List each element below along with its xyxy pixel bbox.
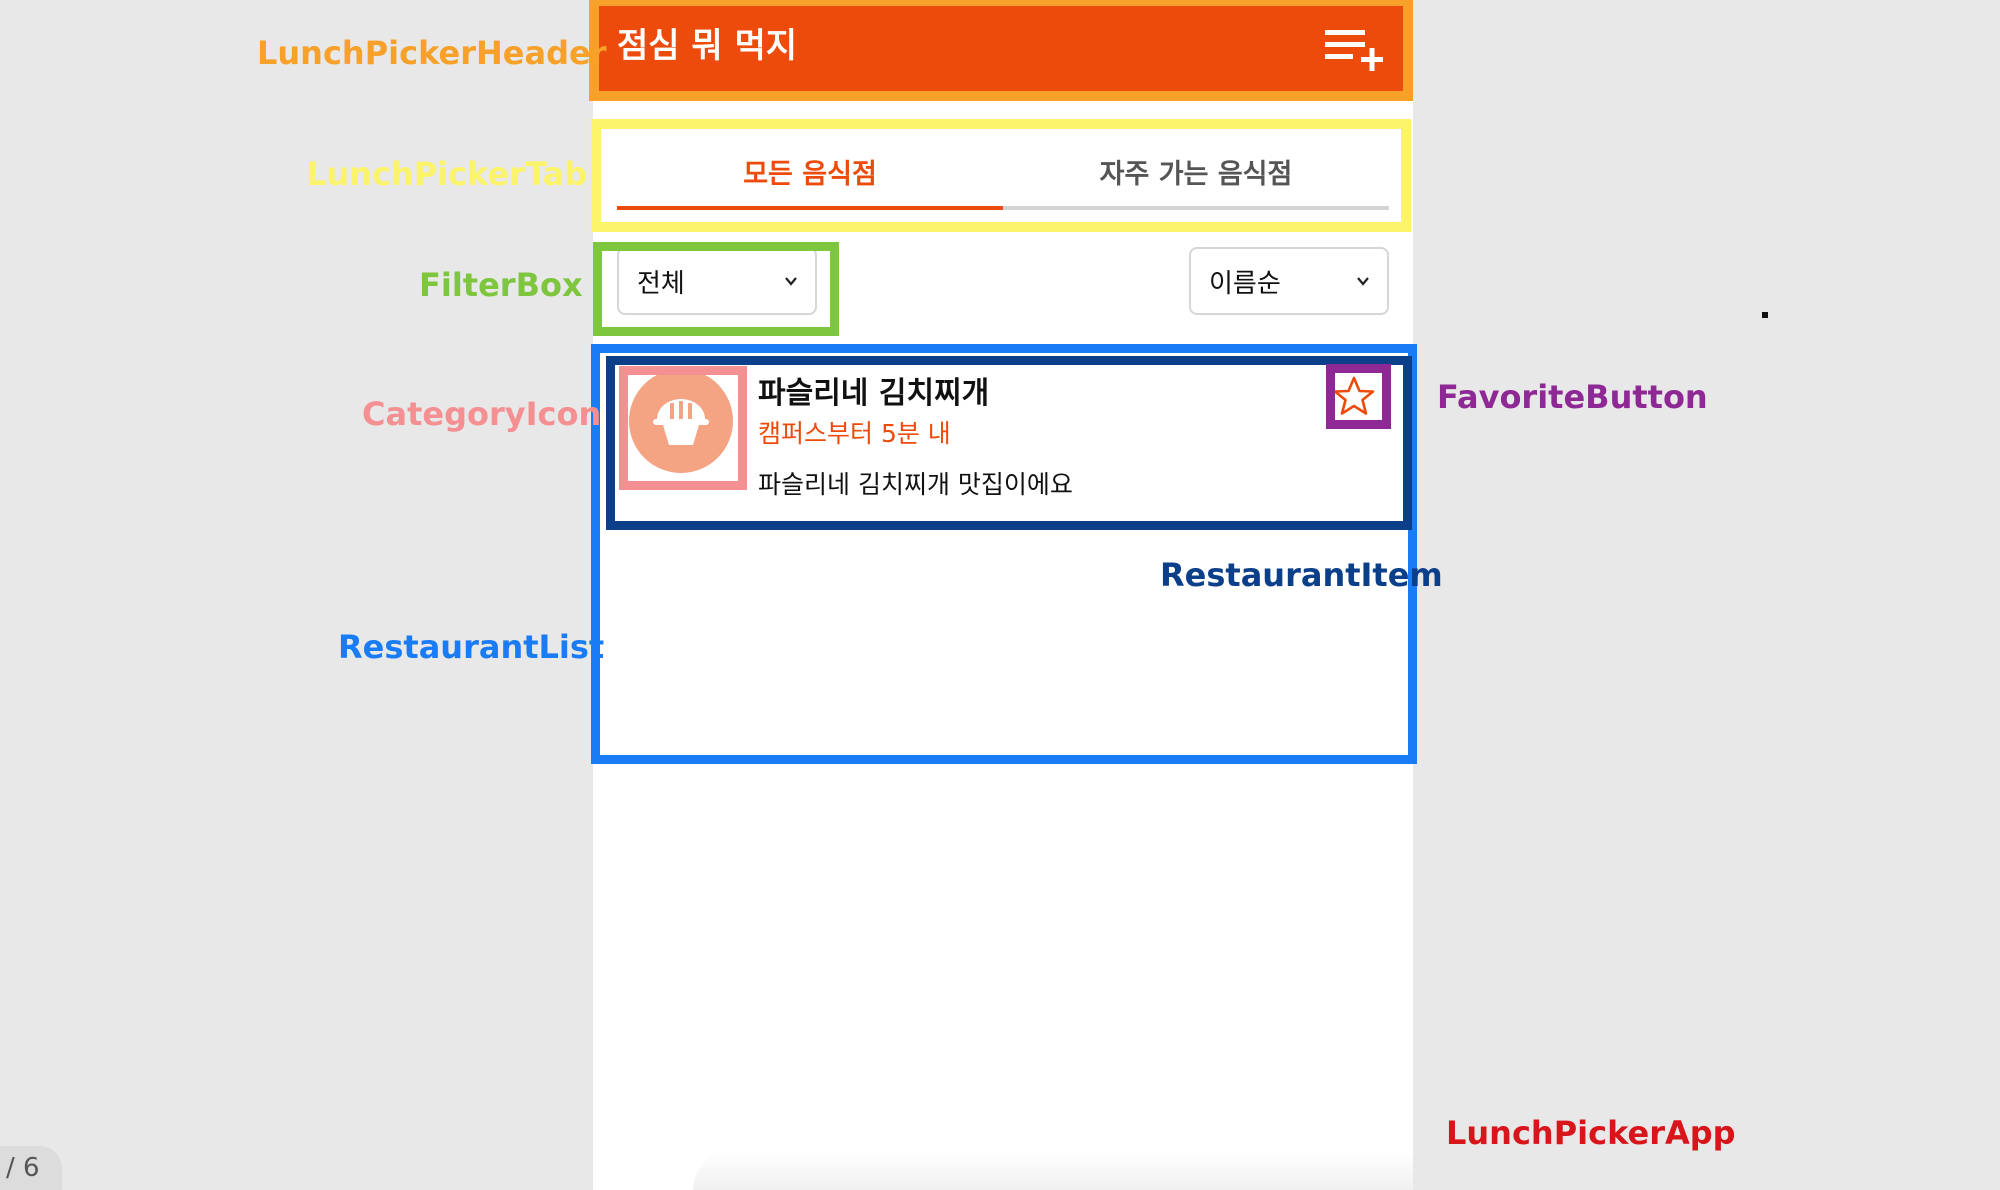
chevron-down-icon — [1357, 277, 1369, 286]
page-indicator: / 6 — [0, 1146, 62, 1190]
filter-box-annotation-box — [593, 242, 839, 336]
favorite-button-annotation-box — [1326, 364, 1391, 429]
filter-box-annotation-label: FilterBox — [419, 266, 583, 304]
app-annotation-label: LunchPickerApp — [1446, 1114, 1736, 1152]
sort-select[interactable]: 이름순 — [1189, 247, 1389, 315]
favorite-button-annotation-label: FavoriteButton — [1437, 378, 1708, 416]
header-annotation-label: LunchPickerHeader — [257, 34, 607, 72]
restaurant-list-annotation-label: RestaurantList — [338, 628, 605, 666]
category-icon-annotation-label: CategoryIcon — [362, 395, 602, 433]
tab-annotation-label: LunchPickerTab — [306, 155, 588, 193]
bottom-shadow — [693, 1150, 1413, 1190]
header-annotation-box — [589, 0, 1413, 101]
sort-select-value: 이름순 — [1209, 268, 1281, 299]
category-icon-annotation-box — [619, 366, 747, 490]
restaurant-item-annotation-label: RestaurantItem — [1160, 556, 1443, 594]
tab-annotation-box — [591, 119, 1411, 232]
stray-dot — [1762, 312, 1768, 318]
